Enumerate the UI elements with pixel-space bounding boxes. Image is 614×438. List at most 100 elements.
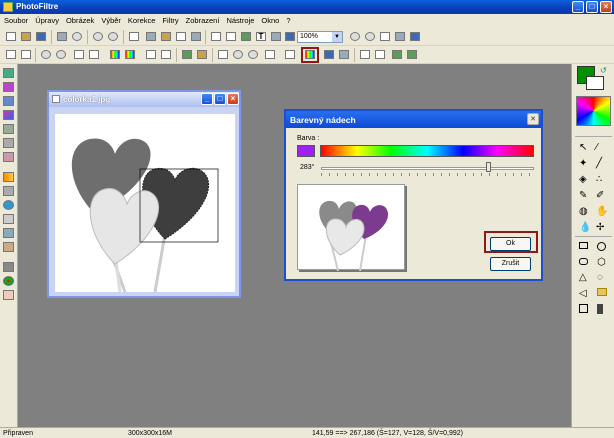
background-color[interactable]	[586, 76, 604, 90]
polygon-select-icon[interactable]: ⬡	[597, 257, 606, 268]
layers-button[interactable]	[3, 68, 14, 78]
image-canvas[interactable]	[55, 114, 235, 293]
select-all-tool-icon[interactable]	[579, 304, 588, 313]
sphere-button[interactable]	[3, 82, 14, 92]
image-minimize-button[interactable]: _	[201, 93, 213, 105]
menu-korekce[interactable]: Korekce	[124, 14, 159, 25]
close-button[interactable]: ×	[600, 1, 612, 13]
browser-button[interactable]	[283, 30, 297, 43]
menu-okno[interactable]: Okno	[257, 14, 282, 25]
new-file-button[interactable]	[4, 30, 18, 43]
menu-vyber[interactable]: Výběr	[97, 14, 124, 25]
line-tool-icon[interactable]: ╱	[596, 158, 602, 169]
rectangle-select-icon[interactable]	[579, 242, 588, 249]
round-rect-select-icon[interactable]	[579, 258, 588, 265]
fill-tool-icon[interactable]: ◈	[579, 174, 587, 185]
orange-button[interactable]	[3, 172, 14, 182]
minimize-button[interactable]: _	[572, 1, 584, 13]
hue-slider-thumb[interactable]	[486, 162, 492, 172]
flip-h-button[interactable]	[216, 48, 230, 61]
pattern-button[interactable]	[3, 124, 14, 134]
hue-spectrum[interactable]	[320, 145, 534, 157]
paste-new-button[interactable]	[174, 30, 188, 43]
drop-tool-icon[interactable]: 💧	[579, 222, 591, 233]
pencil-tool-icon[interactable]: ✐	[596, 190, 604, 201]
contrast-minus-button[interactable]	[87, 48, 101, 61]
save-button[interactable]	[34, 30, 48, 43]
spray-tool-icon[interactable]: ∴	[596, 174, 602, 185]
lasso-select-icon[interactable]: ◌	[597, 272, 603, 283]
menu-zobrazeni[interactable]: Zobrazení	[182, 14, 223, 25]
freehand-select-icon[interactable]: ◁	[579, 288, 587, 299]
actual-size-button[interactable]	[378, 30, 392, 43]
image-window[interactable]: colorka1.jpg _ □ ×	[47, 90, 241, 298]
hue-slider-track[interactable]	[321, 167, 534, 170]
color-palette[interactable]	[576, 96, 611, 126]
rgb-button[interactable]	[3, 276, 14, 286]
sepia-button[interactable]	[195, 48, 209, 61]
ok-button[interactable]: Ok	[490, 237, 531, 251]
grid-button[interactable]	[3, 96, 14, 106]
menu-filtry[interactable]: Filtry	[158, 14, 181, 25]
menu-soubor[interactable]: Soubor	[0, 14, 31, 25]
cancel-button[interactable]: Zrušit	[490, 257, 531, 271]
shape-button[interactable]	[3, 152, 14, 162]
image-size-button[interactable]	[209, 30, 223, 43]
brush-tool-icon[interactable]: ✎	[579, 190, 587, 201]
triangle-select-icon[interactable]: △	[579, 272, 587, 283]
paste-button[interactable]	[159, 30, 173, 43]
select-all-button[interactable]	[189, 30, 203, 43]
copy-button[interactable]	[144, 30, 158, 43]
canvas-size-button[interactable]	[224, 30, 238, 43]
filter-d-button[interactable]	[337, 48, 351, 61]
brightness-plus-button[interactable]	[39, 48, 53, 61]
mirror-button[interactable]	[358, 48, 372, 61]
blur-button[interactable]	[231, 48, 245, 61]
menu-nastroje[interactable]: Nástroje	[222, 14, 257, 25]
grayscale-button[interactable]	[180, 48, 194, 61]
gamma-minus-button[interactable]	[159, 48, 173, 61]
rotate-right-button[interactable]	[405, 48, 419, 61]
border-button[interactable]	[3, 186, 14, 196]
menu-help[interactable]: ?	[282, 14, 293, 25]
filter-c-button[interactable]	[322, 48, 336, 61]
plugin-button[interactable]	[3, 290, 14, 300]
fullscreen-button[interactable]	[408, 30, 422, 43]
zoom-in-button[interactable]	[348, 30, 362, 43]
flip-v-button[interactable]	[373, 48, 387, 61]
swap-colors-icon[interactable]: ↺	[600, 66, 610, 75]
maximize-button[interactable]: □	[586, 1, 598, 13]
cut-button[interactable]	[127, 30, 141, 43]
pointer-tool-icon[interactable]: ↖	[579, 142, 587, 153]
redo-button[interactable]	[106, 30, 120, 43]
saturation-minus-button[interactable]	[123, 48, 137, 61]
undo-button[interactable]	[91, 30, 105, 43]
fit-window-button[interactable]	[393, 30, 407, 43]
menu-upravy[interactable]: Úpravy	[31, 14, 62, 25]
stamp-button[interactable]	[3, 242, 14, 252]
image-close-button[interactable]: ×	[227, 93, 239, 105]
menu-obrazek[interactable]: Obrázek	[62, 14, 97, 25]
blur-tool-icon[interactable]: ◍	[579, 206, 588, 217]
saturation-plus-button[interactable]	[108, 48, 122, 61]
stamp-tool-icon[interactable]: ✢	[596, 222, 604, 233]
film-button[interactable]	[3, 262, 14, 272]
gamma-plus-button[interactable]	[144, 48, 158, 61]
zoom-out-button[interactable]	[363, 30, 377, 43]
crop-button[interactable]	[239, 30, 253, 43]
chevron-down-icon[interactable]: ▼	[332, 32, 342, 42]
open-folder-icon[interactable]	[597, 288, 607, 296]
image-maximize-button[interactable]: □	[214, 93, 226, 105]
invert-select-icon[interactable]	[597, 304, 603, 314]
frame-button[interactable]	[269, 30, 283, 43]
text-button[interactable]: T	[254, 30, 268, 43]
mask-button[interactable]	[3, 228, 14, 238]
auto-levels-button[interactable]	[4, 48, 18, 61]
ellipse-select-icon[interactable]	[597, 242, 606, 251]
scan-button[interactable]	[70, 30, 84, 43]
globe-button[interactable]	[3, 200, 14, 210]
texture-button[interactable]	[3, 214, 14, 224]
contrast-plus-button[interactable]	[72, 48, 86, 61]
sharpen-button[interactable]	[246, 48, 260, 61]
auto-contrast-button[interactable]	[19, 48, 33, 61]
